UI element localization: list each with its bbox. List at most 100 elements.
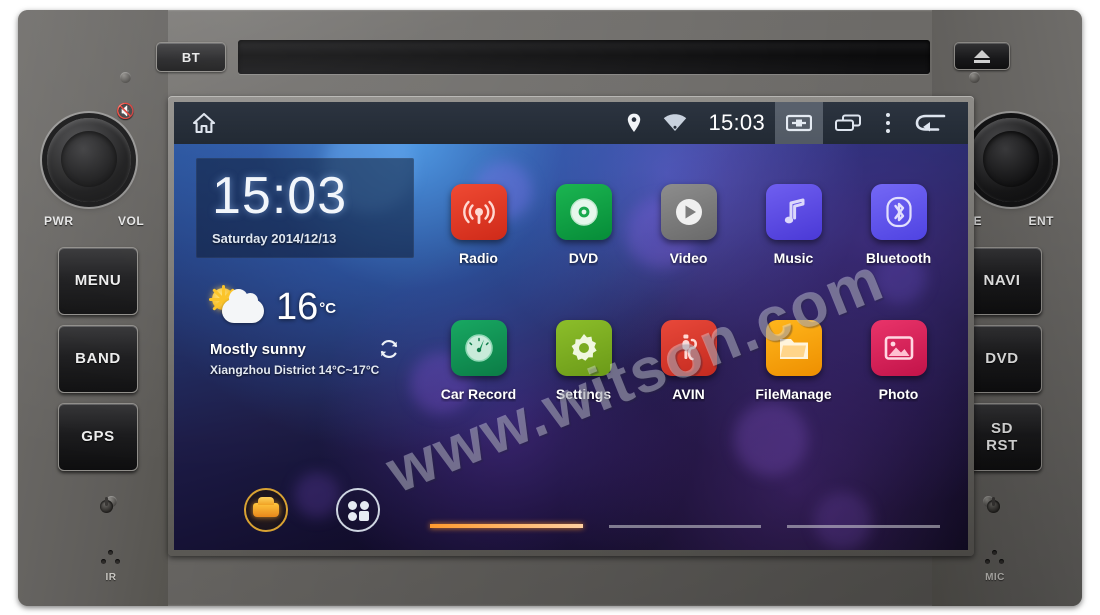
app-row-1: Radio DVD Video Music Bluetooth bbox=[426, 184, 958, 266]
power-volume-knob[interactable] bbox=[47, 118, 131, 202]
overflow-menu-icon bbox=[886, 113, 890, 133]
weather-unit: °C bbox=[319, 300, 337, 318]
wifi-status[interactable] bbox=[652, 102, 698, 144]
app-label-avin: AVIN bbox=[672, 386, 705, 402]
sd-rst-line2: RST bbox=[986, 437, 1018, 454]
mic-icon bbox=[984, 550, 1006, 570]
play-icon-tile bbox=[660, 184, 717, 240]
radio-icon bbox=[462, 200, 495, 224]
sun-behind-cloud-icon bbox=[208, 284, 264, 326]
app-bluetooth[interactable]: Bluetooth bbox=[846, 184, 951, 266]
app-drawer-shortcut[interactable] bbox=[336, 488, 380, 532]
disc-icon bbox=[569, 198, 598, 226]
bluetooth-icon bbox=[885, 196, 912, 228]
vol-label: VOL bbox=[118, 214, 145, 228]
gear-icon-tile bbox=[555, 320, 612, 376]
eject-icon bbox=[974, 49, 990, 63]
ent-label: ENT bbox=[1028, 214, 1054, 228]
gps-button[interactable]: GPS bbox=[58, 403, 138, 471]
app-music[interactable]: Music bbox=[741, 184, 846, 266]
music-note-icon bbox=[784, 198, 804, 224]
recent-apps-icon bbox=[835, 114, 861, 131]
widget-column: 15:03 Saturday 2014/12/13 16°C Mostly su… bbox=[196, 158, 414, 532]
app-label-dvd: DVD bbox=[568, 250, 599, 266]
ir-sensor: IR bbox=[86, 550, 136, 583]
sd-rst-button[interactable]: SD RST bbox=[962, 403, 1042, 471]
clock-time: 15:03 bbox=[212, 167, 348, 225]
band-button[interactable]: BAND bbox=[58, 325, 138, 393]
app-label-radio: Radio bbox=[459, 250, 498, 266]
car-head-unit-chassis: BT 🔇 PWR VOL MENU BAND GPS IR TUNE ENT N… bbox=[18, 10, 1082, 606]
back-button[interactable] bbox=[903, 102, 968, 144]
disc-slot[interactable] bbox=[238, 40, 930, 74]
recent-apps-button[interactable] bbox=[823, 102, 873, 144]
app-label-bluetooth: Bluetooth bbox=[865, 250, 932, 266]
ir-label: IR bbox=[105, 572, 117, 583]
play-icon bbox=[675, 199, 702, 225]
bt-button[interactable]: BT bbox=[156, 42, 226, 72]
navi-button[interactable]: NAVI bbox=[962, 247, 1042, 315]
radio-icon-tile bbox=[450, 184, 507, 240]
page-indicator-dot-2[interactable] bbox=[608, 524, 762, 528]
bluetooth-icon-tile bbox=[870, 184, 927, 240]
top-strip: BT bbox=[118, 32, 1040, 84]
mute-icon: 🔇 bbox=[116, 103, 135, 120]
app-grid: Radio DVD Video Music Bluetooth Car Reco… bbox=[426, 184, 958, 402]
car-shortcut[interactable] bbox=[244, 488, 288, 532]
sd-rst-line1: SD bbox=[990, 419, 1014, 437]
eject-button[interactable] bbox=[954, 42, 1010, 70]
location-pin-icon bbox=[628, 113, 641, 132]
app-row-2: Car Record Settings AVIN FileManage Phot… bbox=[426, 320, 958, 402]
folder-icon bbox=[779, 339, 808, 359]
app-car-record[interactable]: Car Record bbox=[426, 320, 531, 402]
clock-widget[interactable]: 15:03 Saturday 2014/12/13 bbox=[196, 158, 414, 258]
weather-location: Xiangzhou District 14°C~17°C bbox=[210, 363, 380, 377]
weather-temperature: 16°C bbox=[276, 286, 337, 328]
app-video[interactable]: Video bbox=[636, 184, 741, 266]
app-photo[interactable]: Photo bbox=[846, 320, 951, 402]
weather-widget[interactable]: 16°C Mostly sunny Xiangzhou District 14°… bbox=[196, 284, 414, 388]
overflow-menu-button[interactable] bbox=[873, 102, 903, 144]
picture-icon bbox=[884, 336, 913, 360]
lcd-screen[interactable]: 15:03 15:03 Saturday 2014/12/13 16°C Mos… bbox=[174, 102, 968, 550]
home-button[interactable] bbox=[192, 112, 216, 134]
menu-button[interactable]: MENU bbox=[58, 247, 138, 315]
av-input-icon bbox=[681, 334, 697, 361]
location-status[interactable] bbox=[616, 102, 652, 144]
app-label-music: Music bbox=[773, 250, 814, 266]
weather-top-row: 16°C bbox=[208, 284, 400, 328]
home-dock bbox=[218, 488, 436, 532]
screenshot-icon bbox=[786, 114, 812, 132]
app-label-filemanage: FileManage bbox=[755, 386, 832, 402]
page-indicator[interactable] bbox=[430, 524, 941, 528]
screw-top-left bbox=[120, 72, 131, 83]
dvd-button[interactable]: DVD bbox=[962, 325, 1042, 393]
status-bar-right: 15:03 bbox=[616, 102, 968, 144]
weather-condition: Mostly sunny bbox=[210, 340, 306, 358]
gauge-icon-tile bbox=[450, 320, 507, 376]
screenshot-button[interactable] bbox=[775, 102, 823, 144]
app-filemanage[interactable]: FileManage bbox=[741, 320, 846, 402]
right-jack[interactable] bbox=[987, 497, 1000, 513]
picture-icon-tile bbox=[870, 320, 927, 376]
page-indicator-dot-3[interactable] bbox=[787, 524, 941, 528]
car-icon bbox=[253, 497, 279, 517]
status-bar-clock: 15:03 bbox=[708, 110, 765, 135]
left-jack[interactable] bbox=[100, 497, 113, 513]
gauge-icon bbox=[464, 334, 493, 362]
page-indicator-dot-1[interactable] bbox=[430, 524, 583, 528]
app-radio[interactable]: Radio bbox=[426, 184, 531, 266]
app-avin[interactable]: AVIN bbox=[636, 320, 741, 402]
app-settings[interactable]: Settings bbox=[531, 320, 636, 402]
av-input-icon-tile bbox=[660, 320, 717, 376]
mic-label: MIC bbox=[985, 572, 1005, 583]
back-icon bbox=[915, 114, 946, 132]
ir-sensor-icon bbox=[100, 550, 122, 570]
weather-refresh-button[interactable] bbox=[378, 338, 400, 360]
tune-enter-knob[interactable] bbox=[969, 118, 1053, 202]
refresh-icon bbox=[380, 340, 398, 358]
app-label-video: Video bbox=[669, 250, 708, 266]
home-icon bbox=[192, 112, 216, 134]
disc-icon-tile bbox=[555, 184, 612, 240]
app-dvd[interactable]: DVD bbox=[531, 184, 636, 266]
